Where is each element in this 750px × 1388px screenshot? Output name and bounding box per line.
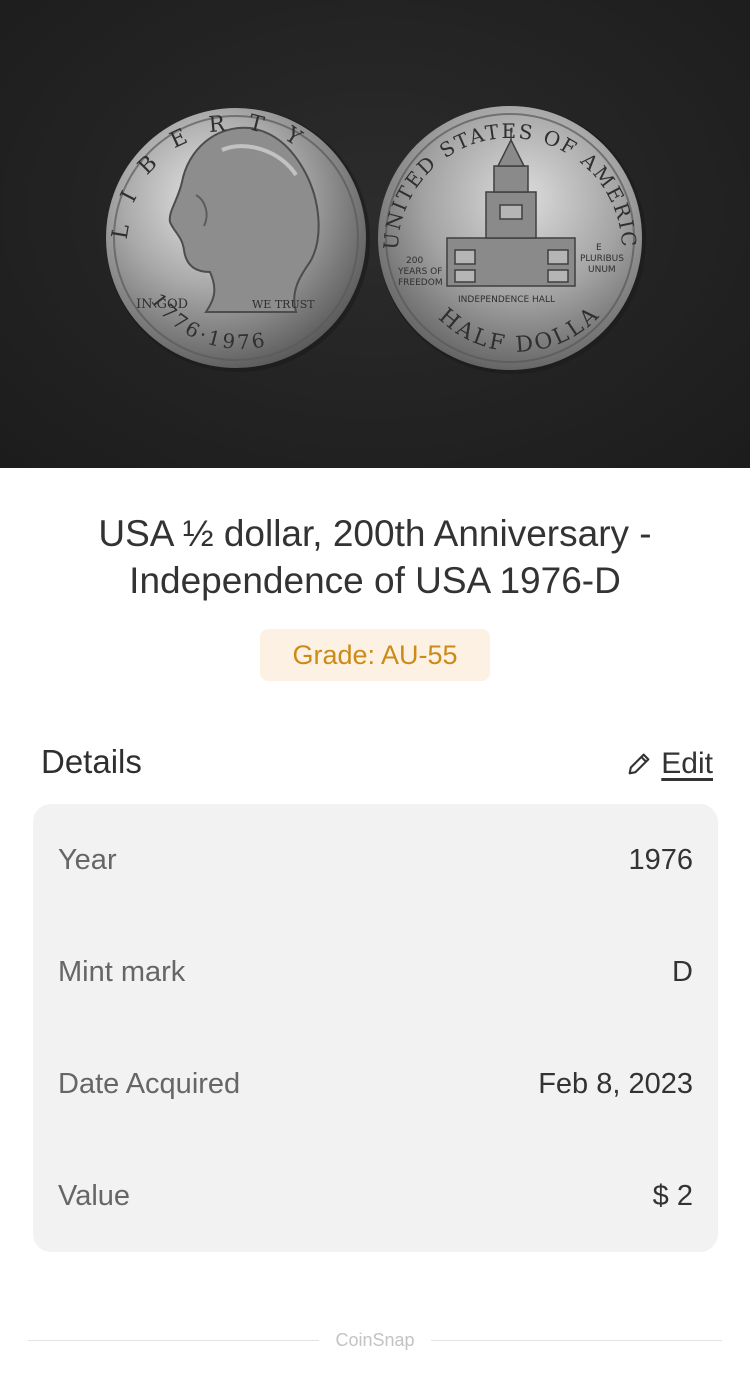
reverse-right-text-1: E <box>596 243 602 253</box>
reverse-building-label: INDEPENDENCE HALL <box>458 295 555 305</box>
pencil-icon <box>628 753 650 775</box>
details-card: Year 1976 Mint mark D Date Acquired Feb … <box>33 804 718 1252</box>
edit-label: Edit <box>661 747 713 780</box>
detail-value: $ 2 <box>652 1179 693 1212</box>
obverse-motto-right: WE TRUST <box>252 298 315 311</box>
reverse-left-text-3: FREEDOM <box>398 278 443 288</box>
detail-value: Feb 8, 2023 <box>538 1067 693 1100</box>
detail-label: Mint mark <box>58 955 186 988</box>
detail-label: Value <box>58 1179 131 1212</box>
coin-photo[interactable]: LIBERTY IN GOD WE TRUST 1776·1976 UNITED… <box>0 0 750 468</box>
detail-row-year: Year 1976 <box>33 804 718 916</box>
detail-row-date-acquired: Date Acquired Feb 8, 2023 <box>33 1028 718 1140</box>
detail-label: Date Acquired <box>58 1067 241 1100</box>
footer-divider-right <box>430 1339 722 1341</box>
coin-title: USA ½ dollar, 200th Anniversary - Indepe… <box>98 513 652 601</box>
grade-badge: Grade: AU-55 <box>260 629 490 681</box>
reverse-left-text-2: YEARS OF <box>397 267 442 277</box>
footer-divider-left <box>28 1339 320 1341</box>
reverse-right-text-3: UNUM <box>588 265 616 275</box>
detail-value: D <box>672 955 693 988</box>
detail-label: Year <box>58 843 117 876</box>
coin-photo-illustration: LIBERTY IN GOD WE TRUST 1776·1976 UNITED… <box>0 0 646 374</box>
detail-row-mint-mark: Mint mark D <box>33 916 718 1028</box>
details-heading: Details <box>41 743 142 780</box>
edit-button[interactable]: Edit <box>625 744 713 784</box>
footer-brand: CoinSnap <box>335 1329 415 1350</box>
coin-obverse: LIBERTY IN GOD WE TRUST 1776·1976 <box>106 108 370 372</box>
footer: CoinSnap <box>28 1326 722 1354</box>
reverse-left-text-1: 200 <box>406 256 423 266</box>
reverse-right-text-2: PLURIBUS <box>580 254 624 264</box>
detail-row-value: Value $ 2 <box>33 1140 718 1252</box>
detail-value: 1976 <box>628 843 693 876</box>
